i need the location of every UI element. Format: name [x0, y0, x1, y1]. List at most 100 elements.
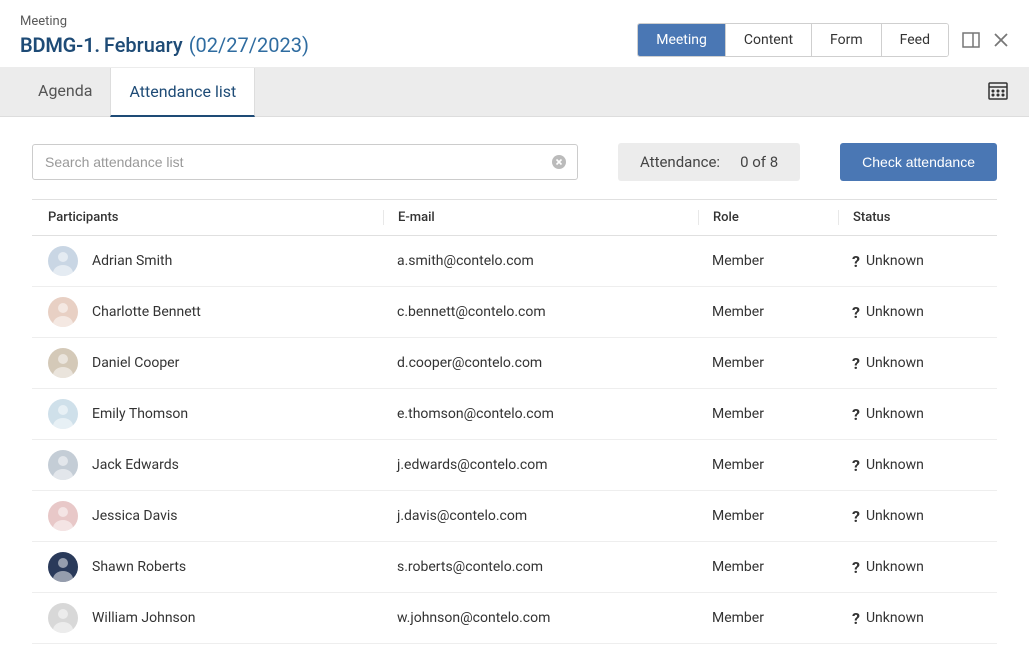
- cell-role: Member: [698, 253, 838, 269]
- cell-role: Member: [698, 559, 838, 575]
- cell-status: ? Unknown: [838, 303, 981, 322]
- tab-meeting[interactable]: Meeting: [638, 24, 726, 56]
- avatar: [48, 399, 78, 429]
- question-icon: ?: [852, 507, 860, 526]
- cell-participant: Shawn Roberts: [48, 552, 383, 582]
- status-text: Unknown: [866, 457, 924, 473]
- sub-tab-attendance[interactable]: Attendance list: [110, 68, 255, 117]
- attendance-summary: Attendance: 0 of 8: [618, 143, 800, 181]
- table-row[interactable]: Daniel Cooper d.cooper@contelo.comMember?…: [32, 338, 997, 389]
- cell-status: ? Unknown: [838, 354, 981, 373]
- cell-email: s.roberts@contelo.com: [383, 559, 698, 575]
- avatar: [48, 603, 78, 633]
- cell-participant: William Johnson: [48, 603, 383, 633]
- header-participants[interactable]: Participants: [48, 210, 383, 225]
- table-header: Participants E-mail Role Status: [32, 200, 997, 236]
- cell-email: w.johnson@contelo.com: [383, 610, 698, 626]
- avatar: [48, 348, 78, 378]
- question-icon: ?: [852, 354, 860, 373]
- question-icon: ?: [852, 405, 860, 424]
- question-icon: ?: [852, 558, 860, 577]
- view-tabs: Meeting Content Form Feed: [637, 23, 949, 57]
- status-text: Unknown: [866, 508, 924, 524]
- header-status[interactable]: Status: [838, 210, 981, 225]
- meeting-name: February: [104, 33, 183, 57]
- page-header: Meeting BDMG-1. February (02/27/2023) Me…: [0, 0, 1029, 67]
- page-title: BDMG-1. February (02/27/2023): [20, 33, 309, 57]
- cell-status: ? Unknown: [838, 558, 981, 577]
- participant-name: Charlotte Bennett: [92, 304, 201, 320]
- cell-email: d.cooper@contelo.com: [383, 355, 698, 371]
- status-text: Unknown: [866, 559, 924, 575]
- cell-email: j.davis@contelo.com: [383, 508, 698, 524]
- cell-participant: Adrian Smith: [48, 246, 383, 276]
- cell-email: j.edwards@contelo.com: [383, 457, 698, 473]
- panel-icon[interactable]: [961, 30, 981, 50]
- sub-tab-agenda[interactable]: Agenda: [20, 67, 110, 116]
- cell-role: Member: [698, 508, 838, 524]
- cell-participant: Daniel Cooper: [48, 348, 383, 378]
- cell-status: ? Unknown: [838, 609, 981, 628]
- table-row[interactable]: Adrian Smith a.smith@contelo.comMember? Un…: [32, 236, 997, 287]
- close-icon[interactable]: [993, 32, 1009, 48]
- cell-email: c.bennett@contelo.com: [383, 304, 698, 320]
- tab-feed[interactable]: Feed: [882, 24, 948, 56]
- table-row[interactable]: Emily Thomsone.thomson@contelo.comMember…: [32, 389, 997, 440]
- meeting-date: (02/27/2023): [189, 33, 309, 57]
- status-text: Unknown: [866, 610, 924, 626]
- question-icon: ?: [852, 456, 860, 475]
- attendance-table: Participants E-mail Role Status Adrian S…: [32, 199, 997, 644]
- question-icon: ?: [852, 609, 860, 628]
- status-text: Unknown: [866, 406, 924, 422]
- question-icon: ?: [852, 252, 860, 271]
- cell-participant: Jack Edwards: [48, 450, 383, 480]
- question-icon: ?: [852, 303, 860, 322]
- header-role[interactable]: Role: [698, 210, 838, 225]
- calendar-icon[interactable]: [987, 79, 1009, 105]
- participant-name: Adrian Smith: [92, 253, 172, 269]
- cell-role: Member: [698, 610, 838, 626]
- tab-content[interactable]: Content: [726, 24, 812, 56]
- header-email[interactable]: E-mail: [383, 210, 698, 225]
- search-input[interactable]: [33, 145, 541, 179]
- avatar: [48, 501, 78, 531]
- cell-role: Member: [698, 355, 838, 371]
- table-row[interactable]: Shawn Robertss.roberts@contelo.comMember…: [32, 542, 997, 593]
- table-row[interactable]: Jack Edwards j.edwards@contelo.comMember?…: [32, 440, 997, 491]
- avatar: [48, 246, 78, 276]
- table-row[interactable]: Charlotte Bennett c.bennett@contelo.comMe…: [32, 287, 997, 338]
- sub-tabs: Agenda Attendance list: [0, 67, 1029, 117]
- cell-participant: Jessica Davis: [48, 501, 383, 531]
- avatar: [48, 297, 78, 327]
- cell-email: a.smith@contelo.com: [383, 253, 698, 269]
- attendance-value: 0 of 8: [740, 153, 778, 171]
- status-text: Unknown: [866, 253, 924, 269]
- status-text: Unknown: [866, 304, 924, 320]
- tab-form[interactable]: Form: [812, 24, 882, 56]
- avatar: [48, 450, 78, 480]
- table-row[interactable]: Jessica Davis j.davis@contelo.comMember? U…: [32, 491, 997, 542]
- cell-status: ? Unknown: [838, 456, 981, 475]
- avatar: [48, 552, 78, 582]
- status-text: Unknown: [866, 355, 924, 371]
- header-left: Meeting BDMG-1. February (02/27/2023): [20, 14, 309, 57]
- table-row[interactable]: William Johnson w.johnson@contelo.comMemb…: [32, 593, 997, 644]
- toolbar: Attendance: 0 of 8 Check attendance: [0, 117, 1029, 199]
- participant-name: William Johnson: [92, 610, 196, 626]
- cell-status: ? Unknown: [838, 507, 981, 526]
- cell-role: Member: [698, 457, 838, 473]
- cell-role: Member: [698, 406, 838, 422]
- header-right: Meeting Content Form Feed: [637, 23, 1009, 57]
- clear-search-icon[interactable]: [541, 154, 577, 170]
- check-attendance-button[interactable]: Check attendance: [840, 143, 997, 181]
- participant-name: Jack Edwards: [92, 457, 179, 473]
- participant-name: Daniel Cooper: [92, 355, 179, 371]
- cell-participant: Charlotte Bennett: [48, 297, 383, 327]
- cell-role: Member: [698, 304, 838, 320]
- attendance-label: Attendance:: [640, 153, 720, 171]
- cell-participant: Emily Thomson: [48, 399, 383, 429]
- participant-name: Jessica Davis: [92, 508, 178, 524]
- participant-name: Emily Thomson: [92, 406, 188, 422]
- cell-status: ? Unknown: [838, 252, 981, 271]
- breadcrumb: Meeting: [20, 14, 309, 29]
